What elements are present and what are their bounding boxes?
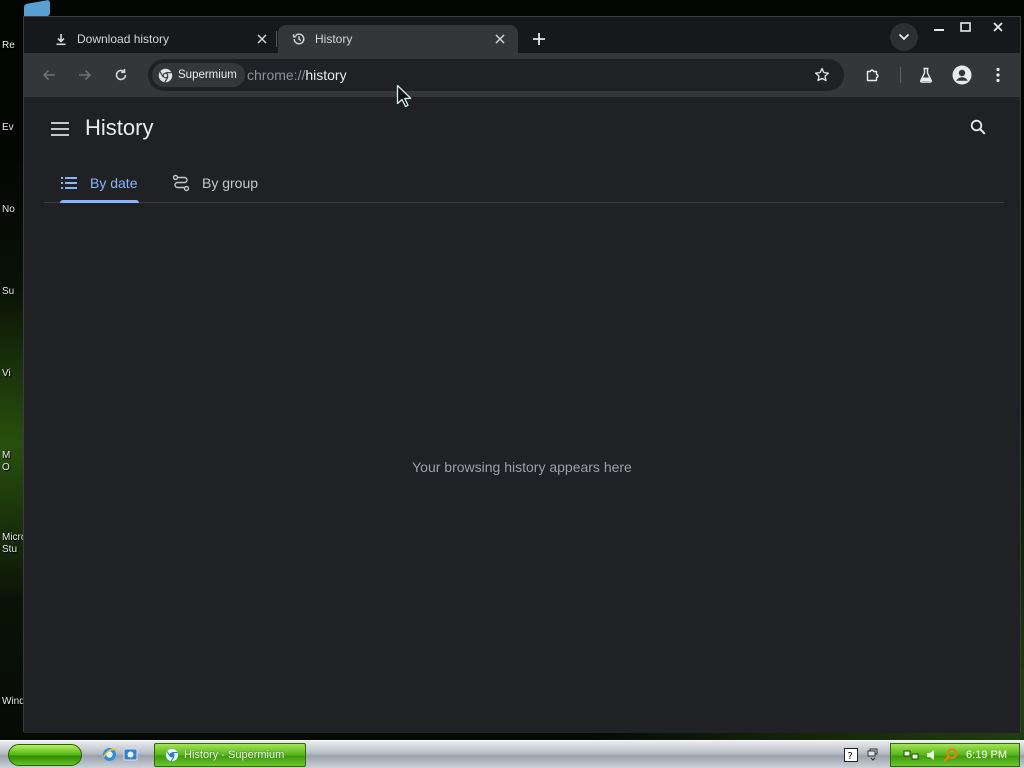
profile-button[interactable]	[948, 61, 976, 89]
main-menu-button[interactable]	[48, 117, 72, 141]
forward-button[interactable]	[71, 61, 99, 89]
star-icon	[814, 67, 830, 82]
more-vert-icon	[996, 67, 1000, 83]
desktop-icon-label[interactable]: Re	[2, 40, 24, 52]
desktop-icon-label[interactable]: M	[2, 450, 24, 462]
search-icon	[970, 119, 986, 135]
route-icon	[172, 174, 190, 192]
taskbar-app-button[interactable]: History - Supermium	[154, 743, 306, 767]
history-view-tabs: By date By group	[44, 163, 1004, 203]
tab-label: By date	[90, 175, 138, 191]
puzzle-icon	[866, 69, 879, 82]
back-button[interactable]	[35, 61, 63, 89]
desktop-icon-label[interactable]: Ev	[2, 122, 24, 134]
taskbar: History - Supermium ? 6:19 PM	[0, 740, 1024, 768]
desktop-icon-label[interactable]: Vi	[2, 368, 24, 380]
system-tray: 6:19 PM	[890, 743, 1020, 767]
bookmark-button[interactable]	[810, 63, 834, 87]
close-icon	[993, 22, 1003, 32]
tab-separator	[276, 31, 277, 47]
close-window-button[interactable]	[985, 17, 1011, 37]
restore-windows-icon[interactable]	[865, 747, 881, 763]
plus-icon	[533, 33, 545, 45]
hamburger-menu-icon	[51, 122, 69, 136]
minimize-button[interactable]	[926, 17, 952, 37]
supermium-logo-icon	[165, 748, 179, 762]
supermium-logo-icon	[158, 68, 173, 82]
desktop-icon-label[interactable]: Wind	[2, 696, 24, 708]
maximize-icon	[959, 22, 971, 32]
list-icon	[60, 174, 78, 192]
arrow-right-icon	[79, 69, 92, 81]
browser-toolbar: Supermium chrome://history	[24, 53, 1020, 97]
tab-label: By group	[202, 175, 259, 191]
close-icon[interactable]	[254, 31, 270, 47]
url-text[interactable]: chrome://history	[247, 67, 347, 83]
tab-strip: Download history History	[24, 17, 1020, 53]
site-chip-label: Supermium	[178, 69, 237, 81]
browser-window: Download history History Supermium chrom…	[23, 16, 1021, 733]
close-icon[interactable]	[492, 31, 508, 47]
desktop-icon-label[interactable]: Stu	[2, 544, 24, 556]
svg-text:?: ?	[848, 751, 853, 762]
reload-button[interactable]	[107, 61, 135, 89]
taskbar-app-label: History - Supermium	[184, 749, 285, 761]
volume-icon[interactable]	[925, 747, 941, 763]
history-clock-icon	[292, 32, 306, 46]
mouse-cursor-icon	[396, 84, 412, 108]
desktop-icon-label[interactable]: O	[2, 462, 24, 474]
extensions-button[interactable]	[859, 61, 887, 89]
page-title: History	[85, 115, 154, 140]
history-page: History By date By group Your browsing h…	[24, 97, 1020, 733]
tab-download-history[interactable]: Download history	[40, 25, 280, 53]
search-history-button[interactable]	[966, 115, 990, 139]
search-icon[interactable]	[943, 747, 959, 763]
url-host: history	[305, 67, 347, 83]
network-icon[interactable]	[903, 747, 919, 763]
selected-tab-indicator	[60, 200, 139, 203]
chevron-down-icon	[898, 33, 910, 41]
start-button[interactable]	[8, 744, 82, 766]
address-bar[interactable]: Supermium chrome://history	[148, 59, 844, 91]
tab-search-button[interactable]	[890, 23, 918, 51]
new-tab-button[interactable]	[526, 26, 552, 52]
desktop-icon-label[interactable]: No	[2, 204, 24, 216]
empty-state-message: Your browsing history appears here	[412, 459, 632, 475]
internet-explorer-icon[interactable]	[101, 746, 118, 763]
desktop-icon-label[interactable]: Su	[2, 286, 24, 298]
tab-title: History	[315, 32, 353, 46]
reload-icon	[115, 69, 127, 81]
toolbar-divider	[900, 67, 901, 83]
maximize-button[interactable]	[952, 17, 978, 37]
download-icon	[54, 32, 68, 46]
flask-icon	[919, 67, 933, 83]
tab-title: Download history	[77, 32, 170, 46]
labs-button[interactable]	[912, 61, 940, 89]
arrow-left-icon	[42, 69, 55, 81]
desktop-icon-label[interactable]: Micro	[2, 532, 24, 544]
help-icon[interactable]: ?	[843, 747, 859, 763]
tab-by-date[interactable]: By date	[60, 163, 137, 203]
menu-button[interactable]	[984, 61, 1012, 89]
tab-by-group[interactable]: By group	[172, 163, 258, 203]
tab-history[interactable]: History	[278, 25, 518, 53]
show-desktop-icon[interactable]	[122, 746, 139, 763]
site-info-chip[interactable]: Supermium	[152, 63, 245, 87]
avatar-icon	[952, 65, 972, 85]
clock: 6:19 PM	[966, 749, 1007, 761]
url-scheme: chrome://	[247, 67, 306, 83]
minimize-icon	[934, 29, 944, 31]
